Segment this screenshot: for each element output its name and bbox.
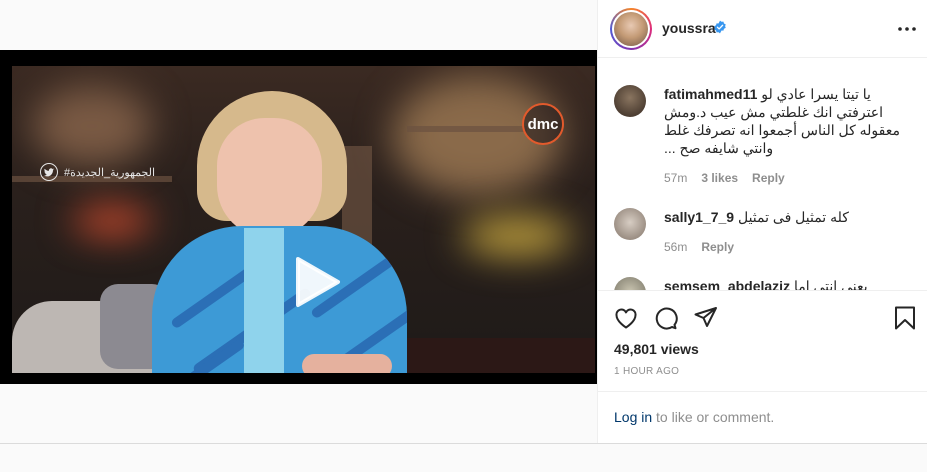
person-face [217, 118, 322, 238]
page-background [0, 0, 597, 50]
channel-logo: dmc [522, 103, 564, 145]
post-media[interactable]: dmc #الجمهورية_الجديدة [0, 50, 597, 384]
comment-time[interactable]: 56m [664, 240, 687, 254]
avatar[interactable] [610, 8, 652, 50]
comment-username[interactable]: fatimahmed11 [664, 86, 757, 102]
post-header: youssra [598, 0, 927, 58]
channel-tag: #الجمهورية_الجديدة [40, 163, 155, 181]
twitter-icon [40, 163, 58, 181]
comment-username[interactable]: sally1_7_9 [664, 209, 734, 225]
comment-reply-button[interactable]: Reply [752, 171, 785, 185]
verified-badge-icon [714, 20, 726, 34]
studio-light [32, 86, 152, 166]
video-frame[interactable]: dmc #الجمهورية_الجديدة [12, 66, 595, 373]
studio-light [72, 206, 152, 236]
comments-list[interactable]: fatimahmed11 يا تيتا يسرا عادي لو اعترفت… [598, 58, 927, 290]
post-username[interactable]: youssra [662, 20, 716, 36]
sofa-right [382, 338, 595, 373]
dress-placket [244, 228, 284, 373]
comment-avatar[interactable] [614, 85, 646, 117]
comment-reply-button[interactable]: Reply [701, 240, 734, 254]
comment-likes[interactable]: 3 likes [701, 171, 738, 185]
share-icon[interactable] [693, 305, 719, 331]
person-hands [302, 354, 392, 373]
comment-avatar[interactable] [614, 208, 646, 240]
login-prompt: Log in to like or comment. [598, 391, 927, 445]
more-options-icon[interactable] [896, 20, 918, 38]
channel-hashtag: #الجمهورية_الجديدة [64, 166, 156, 179]
comment-username[interactable]: semsem_abdelaziz [664, 278, 790, 290]
page-footer-area [0, 444, 927, 472]
comment-avatar[interactable] [614, 277, 646, 290]
comment-icon[interactable] [653, 305, 679, 331]
post-side-panel: youssra fatimahmed11 يا تيتا يسرا عادي ل… [597, 0, 927, 444]
shelf [407, 126, 527, 132]
login-link[interactable]: Log in [614, 409, 652, 425]
comment-text: يعني انتي اما [793, 278, 868, 290]
studio-light [462, 216, 572, 256]
comment-text: كله تمثيل فى تمثيل [737, 209, 849, 225]
bookmark-icon[interactable] [892, 305, 918, 331]
comment-time[interactable]: 57m [664, 171, 687, 185]
play-icon[interactable] [280, 249, 346, 315]
login-suffix: to like or comment. [652, 409, 775, 425]
post-actions: 49,801 views 1 HOUR AGO Log in to like o… [598, 290, 927, 444]
heart-icon[interactable] [613, 305, 639, 331]
view-count[interactable]: 49,801 views [614, 341, 699, 357]
post-timestamp[interactable]: 1 HOUR AGO [614, 366, 679, 377]
